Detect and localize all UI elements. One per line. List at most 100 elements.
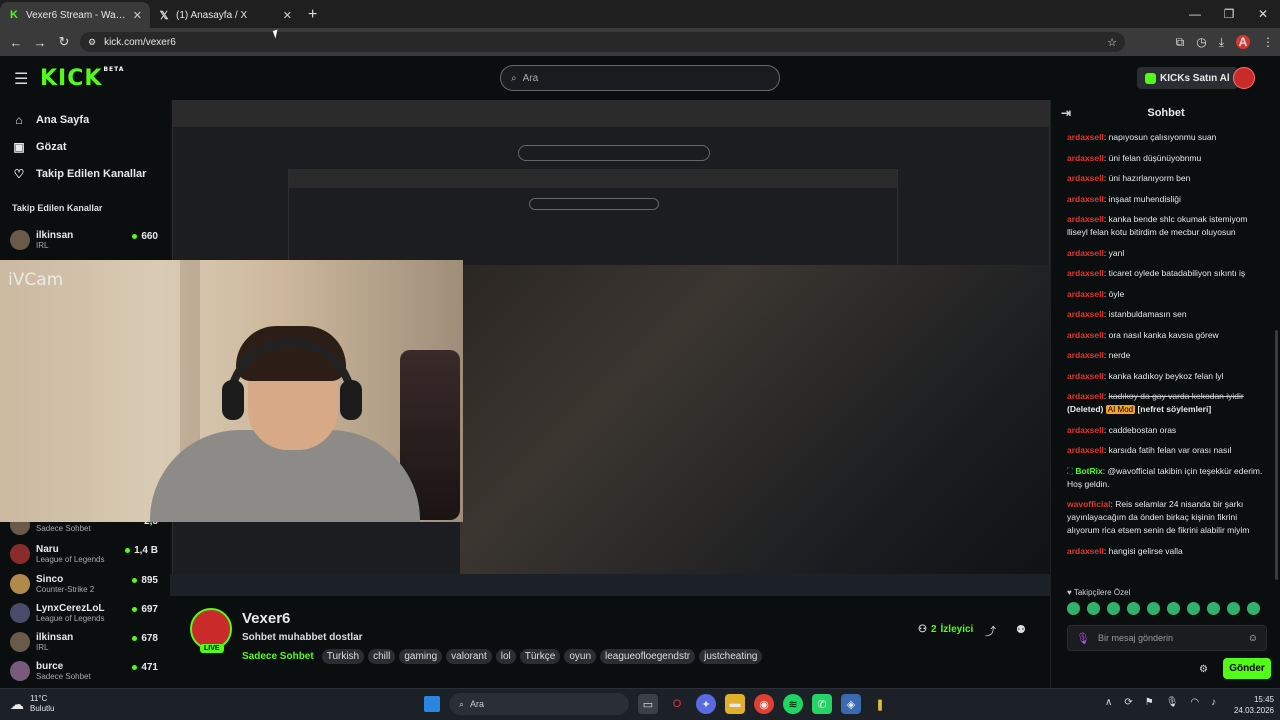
- taskbar-apps: ⌕ Ara ▭ O ✦ ▬ ◉ ≋ ✆ ◈ ❚: [424, 693, 890, 715]
- viewer-count: 660: [132, 231, 158, 242]
- search-input[interactable]: ⌕ Ara: [500, 65, 780, 91]
- clock-date: 24.03.2026: [1233, 706, 1274, 715]
- tag[interactable]: Turkish: [321, 649, 365, 664]
- chat-message: ardaxsell: üni felan düşünüyobnmu: [1067, 152, 1202, 163]
- bookmark-star-icon[interactable]: ☆: [1107, 36, 1117, 49]
- live-badge: LIVE: [200, 644, 224, 653]
- windows-start-icon[interactable]: [424, 696, 440, 712]
- channel-category: League of Legends: [36, 554, 105, 564]
- close-tab-icon[interactable]: ✕: [283, 9, 292, 22]
- emote-icon[interactable]: [1107, 602, 1120, 615]
- tag[interactable]: justcheating: [699, 649, 763, 664]
- headset-earcup: [340, 380, 362, 420]
- tag[interactable]: oyun: [564, 649, 597, 664]
- app-icon[interactable]: ◈: [841, 694, 861, 714]
- channel-item[interactable]: ilkinsan IRL 660: [10, 227, 160, 253]
- chat-username: ardaxsell: [1067, 152, 1104, 163]
- tag[interactable]: leagueofloegendstr: [600, 649, 696, 664]
- tray-app-icon[interactable]: ⟳: [1124, 697, 1132, 708]
- url-bar[interactable]: ⚙ kick.com/vexer6 ☆: [80, 32, 1125, 52]
- emote-icon[interactable]: [1087, 602, 1100, 615]
- weather-widget[interactable]: ☁ 11°C Bulutlu: [10, 694, 54, 714]
- search-icon: ⌕: [511, 72, 517, 84]
- tag[interactable]: valorant: [446, 649, 492, 664]
- sidebar-item-browse[interactable]: ▣ Gözat: [0, 133, 170, 160]
- emote-icon[interactable]: [1187, 602, 1200, 615]
- menu-icon[interactable]: ⋮: [1262, 35, 1274, 49]
- forward-icon[interactable]: →: [28, 35, 52, 50]
- tag[interactable]: gaming: [399, 649, 443, 664]
- collapse-chat-icon[interactable]: ⇥: [1061, 106, 1071, 120]
- ai-mod-badge: AI Mod: [1105, 405, 1136, 414]
- user-avatar[interactable]: [1233, 67, 1255, 89]
- minimize-button[interactable]: —: [1178, 0, 1212, 28]
- copilot-icon[interactable]: ✦: [696, 694, 716, 714]
- sidebar-item-following[interactable]: ♡ Takip Edilen Kanallar: [0, 160, 170, 187]
- follow-user-icon[interactable]: ⚉: [1016, 623, 1026, 639]
- avatar: [10, 661, 30, 681]
- spotify-icon[interactable]: ≋: [783, 694, 803, 714]
- tray-app-icon[interactable]: ⚑: [1145, 697, 1154, 708]
- close-window-button[interactable]: ✕: [1246, 0, 1280, 28]
- chat-settings-gear-icon[interactable]: ⚙: [1199, 664, 1208, 675]
- chat-messages: ardaxsell: napıyosun çalısıyonmu suan ar…: [1067, 131, 1267, 591]
- task-view-icon[interactable]: ▭: [638, 694, 658, 714]
- emote-icon[interactable]: [1207, 602, 1220, 615]
- channel-item[interactable]: Sinco Counter-Strike 2 895: [10, 571, 160, 597]
- emote-icon[interactable]: [1127, 602, 1140, 615]
- channel-item[interactable]: burce Sadece Sohbet 471: [10, 658, 160, 684]
- extensions-icon[interactable]: ⧉: [1176, 35, 1185, 50]
- history-icon[interactable]: ◷: [1196, 35, 1206, 49]
- tab-kick[interactable]: K Vexer6 Stream - Watch Live on Kick ✕: [0, 2, 150, 28]
- tray-chevron-icon[interactable]: ∧: [1105, 697, 1112, 708]
- emote-icon[interactable]: [1067, 602, 1080, 615]
- headset-earcup: [222, 380, 244, 420]
- channel-item[interactable]: ilkinsan IRL 678: [10, 629, 160, 655]
- streamer-name[interactable]: Vexer6: [242, 610, 290, 627]
- whatsapp-icon[interactable]: ✆: [812, 694, 832, 714]
- hamburger-menu-icon[interactable]: ☰: [14, 69, 28, 89]
- clock[interactable]: 15:45 24.03.2026: [1222, 694, 1274, 716]
- back-icon[interactable]: ←: [4, 35, 28, 50]
- channel-item[interactable]: Naru League of Legends 1,4 B: [10, 541, 160, 567]
- share-icon[interactable]: ⤴: [985, 623, 996, 639]
- stream-category[interactable]: Sadece Sohbet: [242, 651, 314, 662]
- close-tab-icon[interactable]: ✕: [133, 9, 142, 22]
- chat-message: ardaxsell: karsıda fatih felan var orası…: [1067, 445, 1232, 455]
- file-explorer-icon[interactable]: ▬: [725, 694, 745, 714]
- emote-icon[interactable]: [1227, 602, 1240, 615]
- chat-message: ardaxsell: kanka bende shlc okumak istem…: [1067, 214, 1248, 237]
- emote-icon[interactable]: [1167, 602, 1180, 615]
- reload-icon[interactable]: ↻: [52, 34, 76, 50]
- taskbar-search[interactable]: ⌕ Ara: [449, 693, 629, 715]
- emote-icon[interactable]: [1147, 602, 1160, 615]
- sidebar-item-home[interactable]: ⌂ Ana Sayfa: [0, 106, 170, 133]
- wifi-icon[interactable]: ◠: [1190, 697, 1199, 708]
- buy-kicks-button[interactable]: KICKs Satın Al: [1137, 67, 1238, 89]
- opera-icon[interactable]: O: [667, 694, 687, 714]
- volume-icon[interactable]: ♪: [1211, 697, 1216, 708]
- tag[interactable]: lol: [495, 649, 516, 664]
- send-button[interactable]: Gönder: [1223, 658, 1271, 679]
- chat-input[interactable]: 🎙 Bir mesaj gönderin ☺: [1067, 625, 1267, 651]
- tag[interactable]: Türkçe: [519, 649, 561, 664]
- mic-icon[interactable]: 🎙: [1076, 632, 1090, 645]
- maximize-button[interactable]: ❐: [1212, 0, 1246, 28]
- emoji-icon[interactable]: ☺: [1248, 633, 1258, 644]
- channel-category: IRL: [36, 240, 49, 250]
- profile-avatar[interactable]: A: [1236, 35, 1250, 49]
- emote-icon[interactable]: [1247, 602, 1260, 615]
- channel-item[interactable]: LynxCerezLoL League of Legends 697: [10, 600, 160, 626]
- clock-time: 15:45: [1253, 695, 1274, 704]
- chrome-icon[interactable]: ◉: [754, 694, 774, 714]
- chat-scrollbar[interactable]: [1275, 330, 1278, 580]
- mic-tray-icon[interactable]: 🎙: [1166, 697, 1179, 708]
- search-icon: ⌕: [459, 698, 465, 709]
- tag[interactable]: chill: [368, 649, 396, 664]
- kick-logo[interactable]: KICKBETA: [40, 66, 124, 91]
- app-icon[interactable]: ❚: [870, 694, 890, 714]
- tab-x[interactable]: 𝕏 (1) Anasayfa / X ✕: [150, 2, 300, 28]
- new-tab-button[interactable]: +: [300, 2, 325, 28]
- site-info-icon[interactable]: ⚙: [88, 37, 96, 48]
- download-icon[interactable]: ⤓: [1219, 35, 1224, 50]
